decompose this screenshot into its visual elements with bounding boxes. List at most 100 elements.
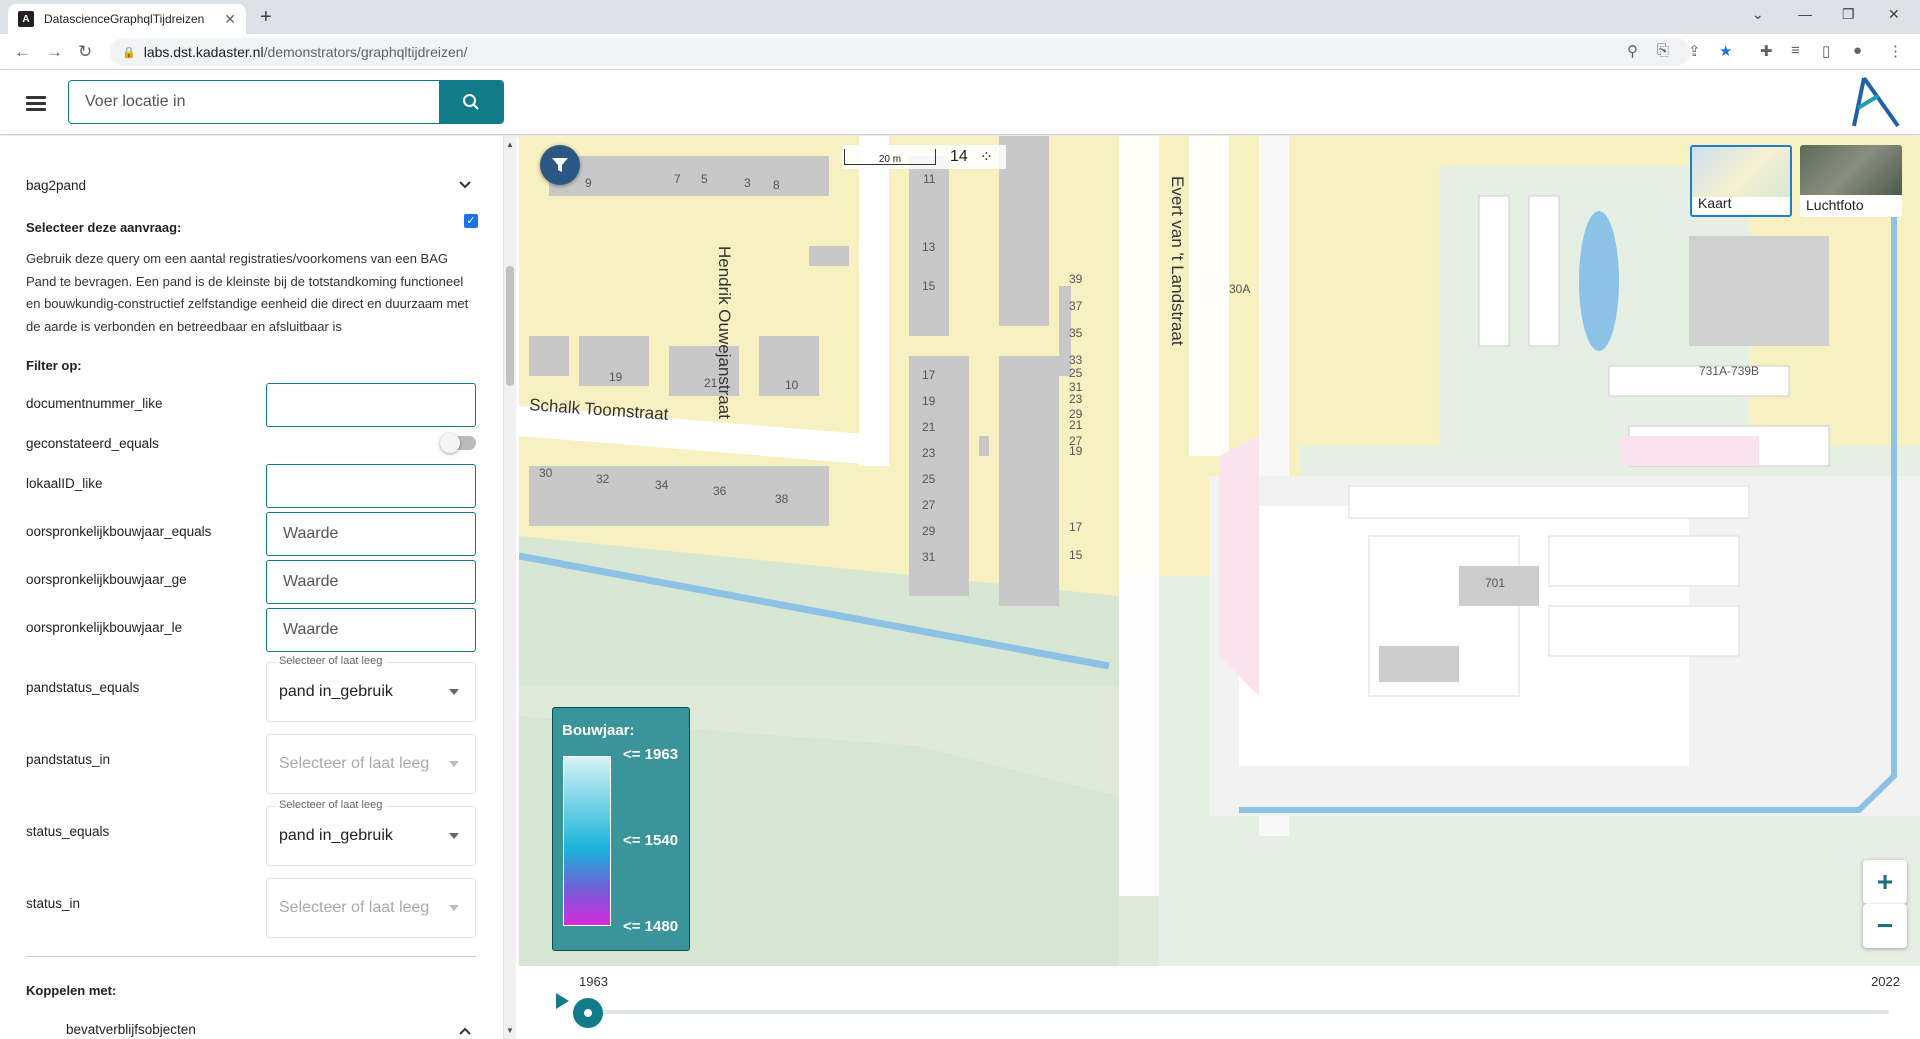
bouwjaar-ge-input[interactable]: Waarde bbox=[266, 560, 476, 604]
lokaalid-input[interactable] bbox=[266, 464, 476, 508]
link-heading: Koppelen met: bbox=[26, 983, 117, 998]
street-label: Hendrik Ouwejanstraat bbox=[715, 246, 734, 419]
geconstateerd-toggle[interactable] bbox=[440, 433, 476, 453]
dropdown-caret-icon bbox=[449, 761, 459, 767]
bookmark-star-icon[interactable]: ★ bbox=[1719, 42, 1732, 60]
share-icon[interactable]: ⇪ bbox=[1688, 42, 1701, 60]
pandstatus-in-select[interactable]: Selecteer of laat leeg bbox=[266, 734, 476, 794]
bouwjaar-legend: Bouwjaar: <= 1963 <= 1540 <= 1480 bbox=[552, 707, 690, 951]
select-query-checkbox[interactable]: ✓ bbox=[464, 214, 478, 228]
status-in-label: status_in bbox=[26, 896, 81, 911]
translate-icon[interactable]: ⎘ bbox=[1657, 42, 1669, 59]
map-canvas[interactable]: Schalk Toomstraat Hendrik Ouwejanstraat … bbox=[519, 136, 1920, 966]
search-button[interactable] bbox=[439, 81, 503, 123]
angular-icon: A bbox=[18, 11, 34, 27]
kadaster-logo[interactable] bbox=[1850, 74, 1902, 130]
house-number: 32 bbox=[596, 472, 610, 486]
timeline-handle[interactable] bbox=[573, 998, 603, 1028]
pandstatus-in-placeholder: Selecteer of laat leeg bbox=[279, 755, 430, 772]
scroll-down-icon[interactable]: ▼ bbox=[506, 1026, 514, 1035]
pandstatus-in-label: pandstatus_in bbox=[26, 752, 111, 767]
forward-icon[interactable]: → bbox=[46, 42, 63, 62]
query-description: Gebruik deze query om een aantal registr… bbox=[26, 251, 469, 334]
documentnummer-input[interactable] bbox=[266, 383, 476, 427]
house-number: 17 bbox=[1069, 520, 1083, 534]
house-number: 31 bbox=[922, 550, 936, 564]
house-number: 19 bbox=[609, 370, 623, 384]
chevron-down-icon[interactable] bbox=[458, 180, 472, 190]
tab-search-icon[interactable]: ⌄ bbox=[1752, 6, 1764, 23]
timeline-start-year: 1963 bbox=[579, 974, 608, 989]
street-label: Evert van 't Landstraat bbox=[1168, 176, 1187, 346]
house-number: 25 bbox=[1069, 366, 1083, 380]
house-number: 30 bbox=[539, 466, 553, 480]
location-search-input[interactable] bbox=[69, 81, 439, 123]
house-number: 11 bbox=[923, 172, 936, 186]
profile-icon[interactable]: ● bbox=[1853, 42, 1862, 59]
divider bbox=[26, 956, 476, 957]
status-in-select[interactable]: Selecteer of laat leeg bbox=[266, 878, 476, 938]
legend-title: Bouwjaar: bbox=[562, 722, 635, 739]
scale-label: 20 m bbox=[844, 149, 936, 165]
pandstatus-equals-value: pand in_gebruik bbox=[279, 683, 393, 700]
house-number: 9 bbox=[585, 176, 592, 190]
back-icon[interactable]: ← bbox=[14, 42, 31, 62]
play-icon[interactable] bbox=[553, 992, 571, 1010]
reading-list-icon[interactable]: ≡ bbox=[1791, 42, 1800, 59]
house-number: 35 bbox=[1069, 326, 1083, 340]
basemap-luchtfoto[interactable]: Luchtfoto bbox=[1800, 145, 1902, 217]
house-number: 15 bbox=[1069, 548, 1083, 562]
zoom-in-button[interactable]: + bbox=[1863, 860, 1907, 904]
side-panel-icon[interactable]: ▯ bbox=[1822, 42, 1830, 60]
status-equals-value: pand in_gebruik bbox=[279, 827, 393, 844]
house-number: 39 bbox=[1069, 272, 1083, 286]
timeline-bar: 1963 2022 bbox=[519, 966, 1920, 1039]
timeline-track[interactable] bbox=[589, 1010, 1889, 1014]
geconstateerd-label: geconstateerd_equals bbox=[26, 436, 159, 451]
bouwjaar-ge-label: oorspronkelijkbouwjaar_ge bbox=[26, 572, 187, 587]
timeline-end-year: 2022 bbox=[1871, 974, 1900, 989]
scroll-up-icon[interactable]: ▲ bbox=[506, 140, 514, 149]
bouwjaar-le-input[interactable]: Waarde bbox=[266, 608, 476, 652]
status-equals-select[interactable]: Selecteer of laat leeg pand in_gebruik bbox=[266, 799, 476, 866]
legend-value: <= 1480 bbox=[623, 918, 679, 935]
zoom-out-button[interactable]: − bbox=[1863, 904, 1907, 948]
house-number: 36 bbox=[713, 484, 727, 498]
legend-value: <= 1540 bbox=[623, 832, 679, 849]
house-number: 21 bbox=[704, 376, 718, 390]
house-number: 701 bbox=[1485, 576, 1506, 590]
luchtfoto-thumbnail bbox=[1800, 145, 1902, 195]
menu-dots-icon[interactable]: ⋮ bbox=[1888, 42, 1903, 60]
chevron-up-icon[interactable] bbox=[458, 1026, 472, 1036]
address-bar[interactable]: 🔒 labs.dst.kadaster.nl/demonstrators/gra… bbox=[110, 38, 1690, 66]
house-number: 10 bbox=[785, 378, 799, 392]
new-tab-icon[interactable]: + bbox=[260, 6, 272, 29]
house-number: 37 bbox=[1069, 299, 1083, 313]
app-header bbox=[0, 70, 1920, 135]
scrollbar-thumb[interactable] bbox=[506, 266, 514, 386]
query-sidebar: bag2pand Selecteer deze aanvraag: ✓ Gebr… bbox=[0, 136, 504, 1039]
status-in-placeholder: Selecteer of laat leeg bbox=[279, 899, 430, 916]
link-item-bevatverblijfsobjecten[interactable]: bevatverblijfsobjecten bbox=[66, 1022, 196, 1037]
location-icon[interactable]: ⚲ bbox=[1627, 42, 1638, 60]
restore-icon[interactable]: ❐ bbox=[1842, 6, 1855, 23]
minimize-icon[interactable]: — bbox=[1798, 6, 1812, 22]
close-tab-icon[interactable]: ✕ bbox=[224, 11, 236, 28]
close-window-icon[interactable]: ✕ bbox=[1888, 6, 1900, 23]
url-path: /demonstrators/graphqltijdreizen/ bbox=[263, 44, 468, 60]
dropdown-caret-icon bbox=[449, 689, 459, 695]
basemap-kaart[interactable]: Kaart bbox=[1690, 145, 1792, 217]
bouwjaar-equals-input[interactable]: Waarde bbox=[266, 512, 476, 556]
map-scale-bar: 20 m 14 ⁘ bbox=[842, 145, 1006, 169]
reload-icon[interactable]: ↻ bbox=[78, 42, 92, 62]
map-filter-button[interactable] bbox=[540, 145, 580, 185]
hamburger-menu-icon[interactable] bbox=[26, 96, 46, 112]
house-number: 38 bbox=[775, 492, 789, 506]
browser-tab[interactable]: A DatascienceGraphqlTijdreizen ✕ bbox=[8, 4, 246, 34]
dropdown-caret-icon bbox=[449, 833, 459, 839]
pandstatus-equals-select[interactable]: Selecteer of laat leeg pand in_gebruik bbox=[266, 655, 476, 722]
extensions-icon[interactable]: ✚ bbox=[1760, 42, 1773, 60]
lokaalid-label: lokaalID_like bbox=[26, 476, 103, 491]
sidebar-scrollbar[interactable]: ▲ ▼ bbox=[504, 136, 516, 1039]
query-name[interactable]: bag2pand bbox=[26, 178, 86, 193]
